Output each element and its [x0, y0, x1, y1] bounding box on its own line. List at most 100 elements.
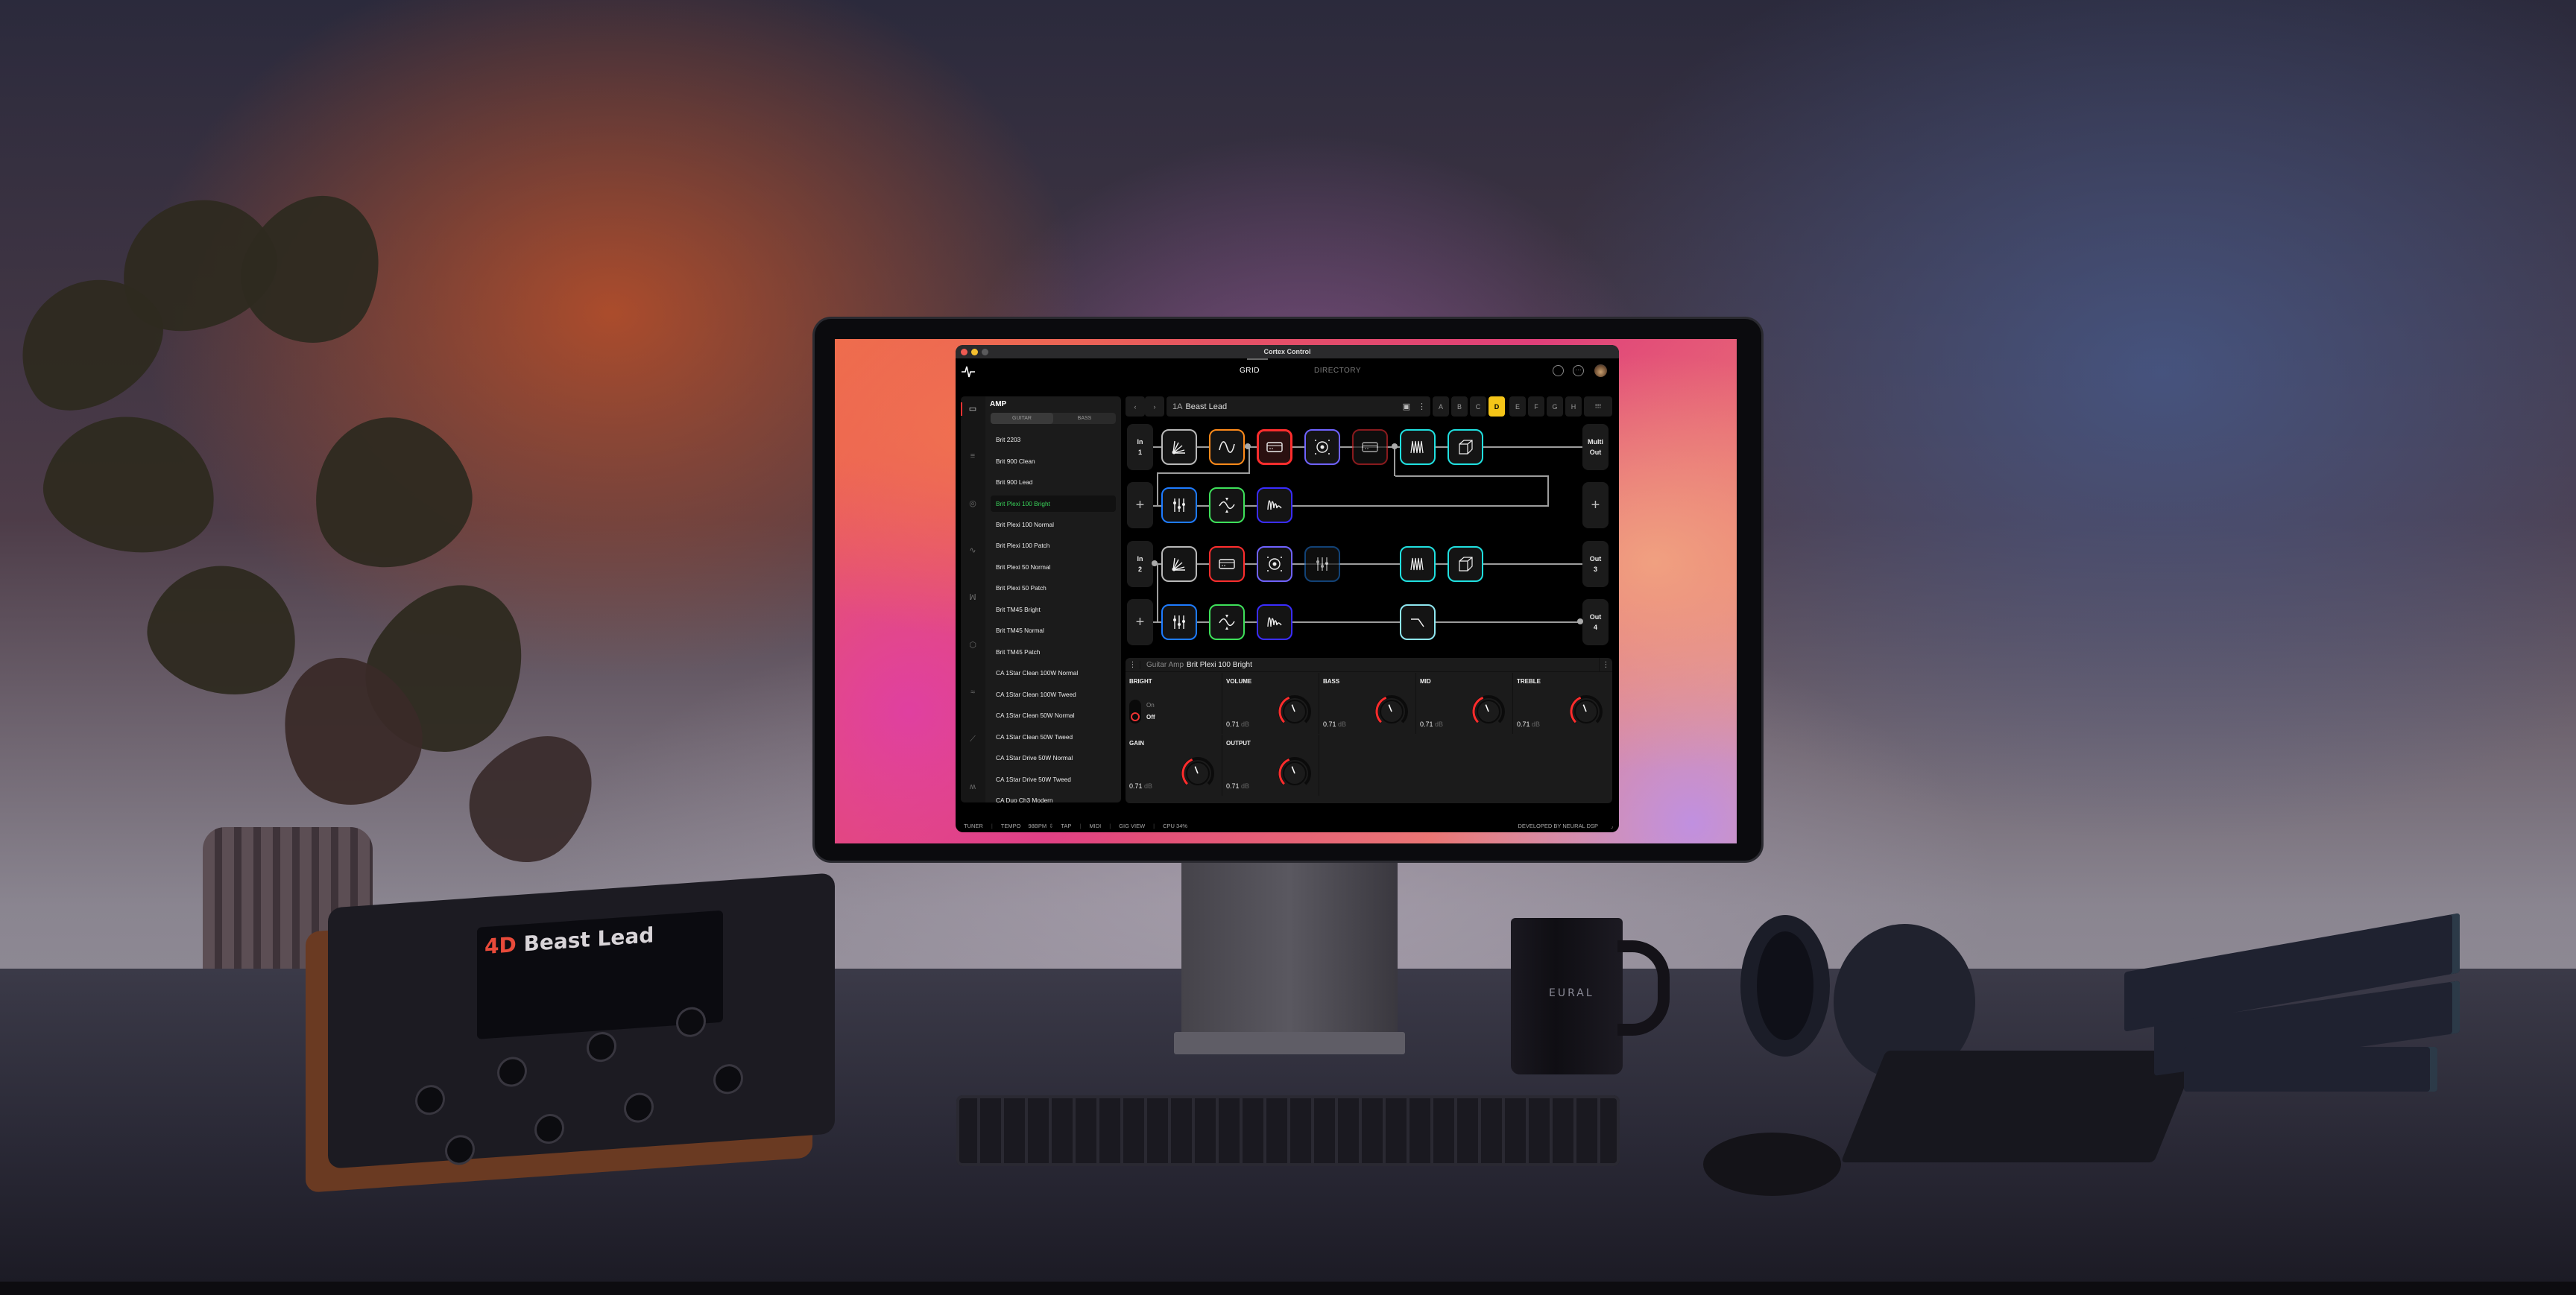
block-cab[interactable] [1304, 429, 1340, 465]
tab-indicator [1247, 358, 1268, 360]
block-eq[interactable] [1304, 546, 1340, 582]
block-amp[interactable] [1257, 429, 1292, 465]
amp-list-item[interactable]: CA 1Star Clean 100W Tweed [991, 684, 1116, 706]
amp-list-item[interactable]: CA 1Star Clean 100W Normal [991, 662, 1116, 684]
block-eq[interactable] [1161, 604, 1197, 640]
tempo-stepper-icon[interactable]: ⇕ [1049, 823, 1053, 829]
block-reverb[interactable] [1400, 546, 1436, 582]
status-bar: TUNER | TEMPO 98BPM ⇕ TAP | MIDI | GIG VIEW… [964, 822, 1613, 829]
prev-preset-button[interactable]: ‹ [1126, 396, 1145, 417]
scene-button-b[interactable]: B [1451, 396, 1468, 417]
add-output-button[interactable]: + [1582, 482, 1609, 528]
preset-menu-icon[interactable]: ⋮ [1418, 402, 1426, 411]
output-multi[interactable]: Multi Out [1582, 424, 1609, 470]
amp-icon[interactable]: ▭ [967, 404, 979, 414]
amp-list-item[interactable]: CA 1Star Clean 50W Normal [991, 705, 1116, 726]
block-menu-icon[interactable]: ⋮ [1126, 660, 1140, 669]
tuner-button[interactable]: TUNER [964, 823, 983, 829]
block-gate[interactable] [1161, 429, 1197, 465]
amp-list-item[interactable]: CA 1Star Drive 50W Normal [991, 747, 1116, 769]
tab-grid[interactable]: GRID [1240, 367, 1260, 375]
scene-button-g[interactable]: G [1547, 396, 1563, 417]
block-cab[interactable] [1257, 546, 1292, 582]
compressor-icon[interactable]: ⟋ [967, 734, 979, 744]
wave-icon[interactable]: ∿ [967, 545, 979, 556]
input-1[interactable]: In 1 [1127, 424, 1153, 470]
avatar[interactable] [1594, 364, 1607, 377]
tuner-icon[interactable] [1553, 365, 1564, 376]
gig-view-button[interactable]: GIG VIEW [1119, 823, 1145, 829]
add-row-button[interactable]: + [1127, 482, 1153, 528]
amp-list-item[interactable]: Brit Plexi 50 Patch [991, 577, 1116, 599]
amp-list-item[interactable]: CA 1Star Clean 50W Tweed [991, 726, 1116, 748]
block-cube[interactable] [1448, 546, 1483, 582]
knob[interactable] [1277, 694, 1313, 729]
block-delay[interactable] [1257, 487, 1292, 523]
tempo-value[interactable]: 98BPM [1028, 823, 1046, 829]
block-gate[interactable] [1161, 546, 1197, 582]
window-title: Cortex Control [1263, 348, 1311, 355]
amp-list-item[interactable]: Brit Plexi 50 Normal [991, 557, 1116, 578]
input-2[interactable]: In 2 [1127, 541, 1153, 587]
grid-layout-icon[interactable]: ⁝⁝⁝ [1584, 396, 1612, 417]
modulation-icon[interactable]: ≈ [967, 687, 979, 697]
segment-guitar[interactable]: GUITAR [991, 413, 1053, 424]
amp-list-item[interactable]: Brit 900 Clean [991, 451, 1116, 472]
block-delay[interactable] [1257, 604, 1292, 640]
knob[interactable] [1471, 694, 1506, 729]
gate-icon [1172, 440, 1185, 455]
segment-bass[interactable]: BASS [1053, 413, 1116, 424]
scene-button-d[interactable]: D [1489, 396, 1505, 417]
amp-list-item[interactable]: Brit TM45 Patch [991, 642, 1116, 663]
next-preset-button[interactable]: › [1145, 396, 1164, 417]
delay-icon[interactable]: ʍ [967, 782, 979, 792]
block-mod[interactable] [1209, 487, 1245, 523]
block-wah[interactable] [1209, 429, 1245, 465]
block-eq[interactable] [1161, 487, 1197, 523]
block-amp[interactable] [1352, 429, 1388, 465]
amp-list-item[interactable]: Brit TM45 Bright [991, 599, 1116, 621]
resize-icon[interactable]: ⌟ [1610, 823, 1613, 829]
more-icon[interactable]: ··· [1573, 365, 1584, 376]
tab-directory[interactable]: DIRECTORY [1314, 367, 1361, 375]
amp-list-item[interactable]: Brit Plexi 100 Patch [991, 535, 1116, 557]
amp-list-item[interactable]: Brit Plexi 100 Normal [991, 514, 1116, 536]
save-icon[interactable]: ▣ [1403, 402, 1410, 411]
scene-button-f[interactable]: F [1528, 396, 1544, 417]
output-4[interactable]: Out 4 [1582, 599, 1609, 645]
output-3[interactable]: Out 3 [1582, 541, 1609, 587]
cab-icon[interactable]: ≡ [967, 451, 979, 461]
knob[interactable] [1374, 694, 1409, 729]
block-filter[interactable] [1400, 604, 1436, 640]
amp-list-item[interactable]: Brit 900 Lead [991, 472, 1116, 493]
midi-button[interactable]: MIDI [1089, 823, 1101, 829]
block-mod[interactable] [1209, 604, 1245, 640]
tap-button[interactable]: TAP [1061, 823, 1071, 829]
amp-list-item[interactable]: Brit TM45 Normal [991, 620, 1116, 642]
amp-list-item[interactable]: Brit 2203 [991, 429, 1116, 451]
preset-number: 1A [1172, 402, 1183, 411]
scene-button-c[interactable]: C [1470, 396, 1486, 417]
scene-button-a[interactable]: A [1433, 396, 1449, 417]
merge-node [1577, 618, 1583, 624]
cube-icon[interactable]: ⬡ [967, 640, 979, 650]
block-cube[interactable] [1448, 429, 1483, 465]
speaker-icon[interactable]: ◎ [967, 498, 979, 509]
block-reverb[interactable] [1400, 429, 1436, 465]
knob[interactable] [1180, 756, 1216, 791]
amp-list-item[interactable]: CA Duo Ch3 Modern [991, 790, 1116, 811]
scene-button-e[interactable]: E [1509, 396, 1526, 417]
params-options-icon[interactable]: ⋮ [1599, 657, 1612, 672]
knob[interactable] [1568, 694, 1604, 729]
amp-list-item[interactable]: CA 1Star Drive 50W Tweed [991, 769, 1116, 791]
scene-button-h[interactable]: H [1565, 396, 1582, 417]
block-name: Brit Plexi 100 Bright [1187, 660, 1252, 669]
bright-toggle[interactable] [1129, 700, 1141, 724]
block-amp[interactable] [1209, 546, 1245, 582]
knob[interactable] [1277, 756, 1313, 791]
pedal-preset-title: 4D Beast Lead [484, 922, 654, 960]
preset-name[interactable]: 1A Beast Lead ▣ ⋮ [1167, 396, 1430, 417]
add-row-button[interactable]: + [1127, 599, 1153, 645]
reverb-icon[interactable]: ꟽ [967, 592, 979, 603]
amp-list-item[interactable]: Brit Plexi 100 Bright [991, 495, 1116, 512]
